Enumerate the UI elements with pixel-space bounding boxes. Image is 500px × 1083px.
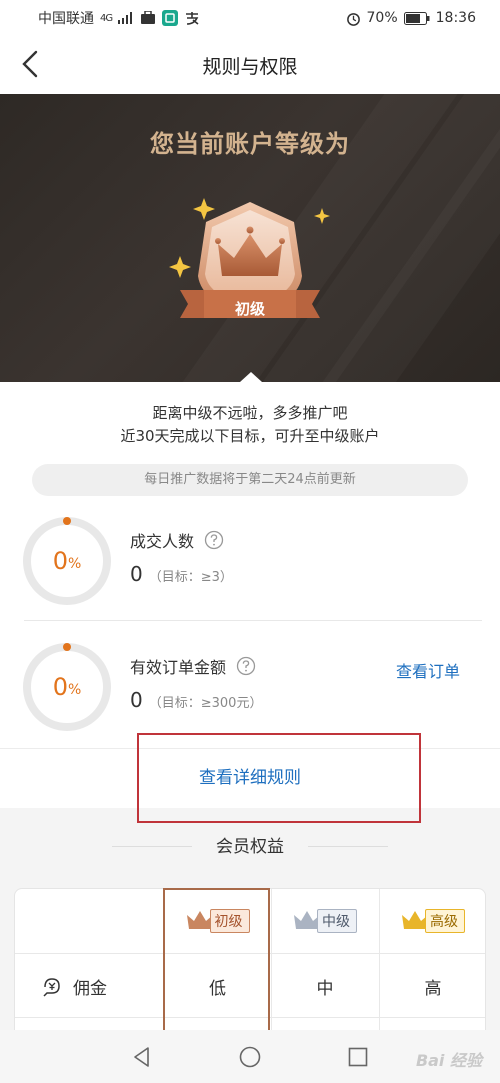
signal-icon (118, 12, 133, 24)
progress-percent: 0% (52, 547, 82, 575)
help-icon[interactable] (204, 530, 224, 550)
level-header-senior: 高级 (379, 889, 485, 953)
commission-icon (43, 978, 60, 997)
clock: 18:36 (435, 10, 476, 26)
briefcase-icon (141, 11, 156, 24)
metric-target: （目标：≥300元） (148, 696, 263, 711)
hero-title: 您当前账户等级为 (150, 130, 350, 158)
update-notice: 每日推广数据将于第二天24点前更新 (32, 464, 468, 496)
metric-label: 成交人数 (130, 532, 195, 551)
goal-hint-line1: 距离中级不远啦，多多推广吧 (152, 404, 348, 422)
metric-label: 有效订单金额 (130, 658, 227, 677)
benefits-title: 会员权益 (216, 837, 284, 857)
level-badge-label: 初级 (234, 299, 265, 318)
alarm-icon (346, 12, 360, 26)
alipay-icon (186, 12, 199, 25)
highlight-box (137, 733, 421, 823)
battery-icon (403, 11, 430, 25)
current-level-highlight (163, 888, 270, 1038)
metric-value: 0 (130, 688, 143, 712)
nav-back-icon[interactable] (130, 1045, 154, 1069)
goal-hint-line2: 近30天完成以下目标，可升至中级账户 (120, 427, 380, 445)
progress-percent: 0% (52, 673, 82, 701)
help-icon[interactable] (236, 656, 256, 676)
level-header-middle: 中级 (271, 889, 379, 953)
app-bar: 规则与权限 (0, 36, 500, 94)
view-orders-link[interactable]: 查看订单 (396, 658, 460, 682)
level-hero: 您当前账户等级为 初级 (0, 94, 500, 382)
system-nav-bar: Bai 经验 (0, 1030, 500, 1083)
battery-percent: 70% (366, 10, 398, 26)
network-label: 4G (100, 12, 113, 24)
benefit-value: 中 (316, 978, 334, 999)
app-icon (162, 10, 179, 26)
benefit-label: 佣金 (73, 978, 107, 999)
watermark: Bai 经验 (415, 1051, 482, 1070)
metric-deals: 0% 成交人数 0 （目标：≥3） (0, 508, 500, 634)
metric-value: 0 (130, 562, 143, 586)
back-arrow-icon[interactable] (14, 46, 50, 82)
page-title: 规则与权限 (202, 55, 298, 78)
nav-recents-icon[interactable] (346, 1045, 370, 1069)
nav-home-icon[interactable] (238, 1045, 262, 1069)
status-bar: 中国联通 4G 70% 18:36 (0, 0, 500, 36)
benefit-value: 高 (424, 978, 442, 999)
carrier-label: 中国联通 (38, 11, 94, 27)
metric-target: （目标：≥3） (148, 570, 233, 585)
